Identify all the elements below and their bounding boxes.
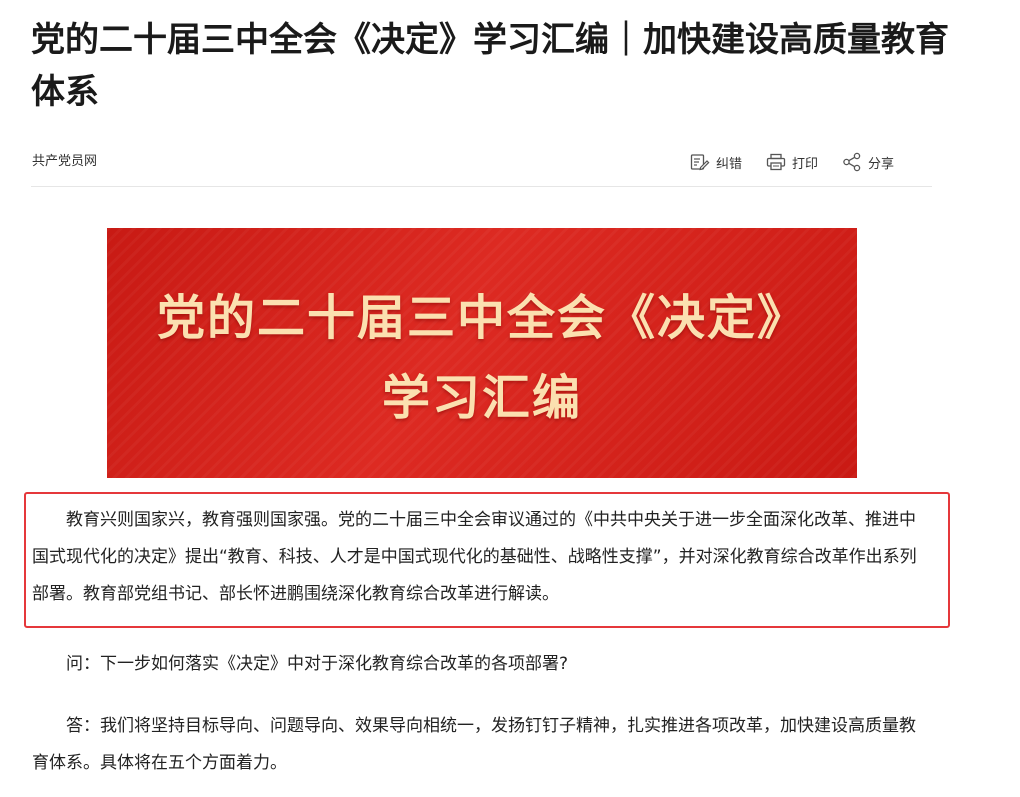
correct-label: 纠错 [716,156,743,172]
edit-icon [690,154,710,171]
banner-title-line1: 党的二十届三中全会《决定》 [156,290,807,346]
correct-button[interactable]: 纠错 [690,153,742,172]
paragraph-answer: 答：我们将坚持目标导向、问题导向、效果导向相统一，发扬钉钉子精神，扎实推进各项改… [32,716,916,773]
article-toolbar: 纠错 打印 分享 [690,149,894,175]
share-icon [843,152,861,172]
share-label: 分享 [868,156,895,172]
print-label: 打印 [792,156,819,172]
print-button[interactable]: 打印 [766,153,818,172]
article-page: 党的二十届三中全会《决定》学习汇编｜加快建设高质量教育体系 共产党员网 纠错 打… [0,0,1020,797]
article-title: 党的二十届三中全会《决定》学习汇编｜加快建设高质量教育体系 [31,20,949,112]
printer-icon [766,153,786,171]
header-divider [31,186,932,187]
banner-title-line2: 学习汇编 [381,370,582,426]
paragraph-intro: 教育兴则国家兴，教育强则国家强。党的二十届三中全会审议通过的《中共中央关于进一步… [32,510,917,604]
share-button[interactable]: 分享 [842,152,894,172]
banner-image: 党的二十届三中全会《决定》 学习汇编 [107,228,857,478]
paragraph-question: 问：下一步如何落实《决定》中对于深化教育综合改革的各项部署? [66,654,569,674]
article-source[interactable]: 共产党员网 [32,152,97,172]
